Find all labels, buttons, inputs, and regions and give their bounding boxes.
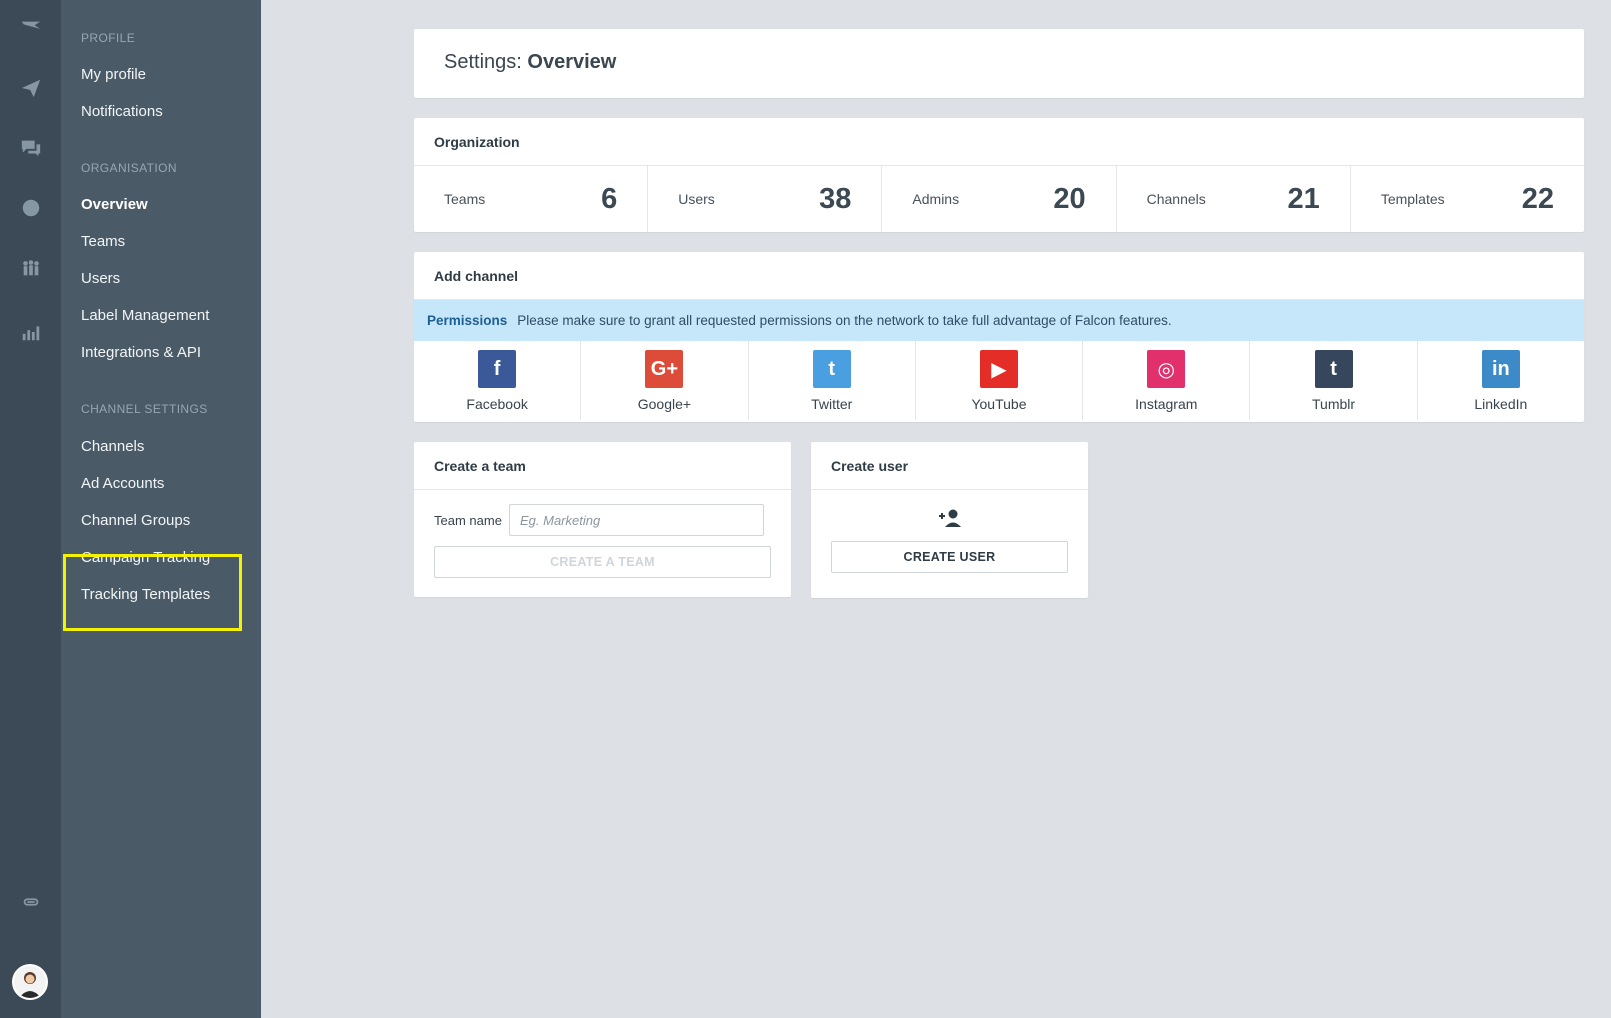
stat-value: 20 (1053, 182, 1086, 215)
create-user-button[interactable]: CREATE USER (831, 541, 1068, 573)
network-twitter[interactable]: t Twitter (749, 341, 916, 420)
sidebar-item-ad-accounts[interactable]: Ad Accounts (81, 475, 164, 492)
google--icon: G+ (645, 350, 684, 388)
page-title-main: Overview (527, 51, 617, 73)
team-name-row: Team name (414, 490, 791, 536)
create-team-card: Create a team Team name CREATE A TEAM (414, 442, 791, 597)
network-label: Instagram (1135, 396, 1198, 412)
stat-value: 38 (819, 182, 852, 215)
permissions-text: Please make sure to grant all requested … (517, 313, 1172, 328)
network-instagram[interactable]: ◎ Instagram (1083, 341, 1251, 420)
network-google-[interactable]: G+ Google+ (581, 341, 749, 420)
logo-icon[interactable] (0, 8, 61, 48)
sidebar-item-label-management[interactable]: Label Management (81, 307, 209, 324)
page-title-prefix: Settings: (444, 51, 522, 73)
chat-icon[interactable] (0, 128, 61, 168)
network-label: Twitter (811, 396, 853, 412)
icon-rail (0, 0, 61, 1018)
twitter-icon: t (812, 350, 851, 388)
stat-channels[interactable]: Channels 21 (1117, 166, 1351, 232)
stat-label: Channels (1146, 191, 1206, 207)
stat-value: 22 (1521, 182, 1555, 215)
create-team-button[interactable]: CREATE A TEAM (434, 546, 771, 578)
organization-title: Organization (414, 118, 1584, 166)
network-label: YouTube (971, 396, 1027, 412)
network-linkedin[interactable]: in LinkedIn (1418, 341, 1584, 420)
sidebar-item-channel-groups[interactable]: Channel Groups (81, 512, 190, 529)
stat-value: 21 (1287, 182, 1320, 215)
sidebar-item-users[interactable]: Users (81, 270, 120, 287)
youtube-icon: ▶ (979, 350, 1018, 388)
highlight-box (63, 554, 242, 631)
sidebar-item-channels[interactable]: Channels (81, 438, 144, 455)
permissions-bar: Permissions Please make sure to grant al… (414, 300, 1584, 341)
stat-label: Teams (444, 191, 486, 207)
settings-sidebar: PROFILE My profile Notifications ORGANIS… (61, 0, 261, 1018)
tumblr-icon: t (1314, 350, 1353, 388)
stat-value: 6 (601, 182, 618, 215)
sidebar-item-teams[interactable]: Teams (81, 233, 125, 250)
link-icon[interactable] (0, 882, 61, 922)
linkedin-icon: in (1481, 350, 1520, 388)
create-team-title: Create a team (414, 442, 791, 490)
create-user-title: Create user (811, 442, 1088, 490)
stat-teams[interactable]: Teams 6 (414, 166, 649, 232)
page-header: Settings: Overview (414, 29, 1584, 98)
network-tumblr[interactable]: t Tumblr (1250, 341, 1418, 420)
organization-stats: Teams 6 Users 38 Admins 20 Channels 21 T… (414, 166, 1584, 232)
stat-admins[interactable]: Admins 20 (882, 166, 1117, 232)
team-name-label: Team name (434, 512, 502, 528)
stat-label: Users (678, 191, 715, 207)
instagram-icon: ◎ (1147, 350, 1186, 388)
section-title-profile: PROFILE (81, 31, 136, 45)
sidebar-item-integrations-api[interactable]: Integrations & API (81, 344, 201, 361)
add-user-icon (938, 509, 961, 527)
network-list: f Facebook G+ Google+ t Twitter ▶ YouTube ◎ Insta… (414, 341, 1584, 420)
add-user-icon-wrap (811, 490, 1088, 528)
stat-label: Templates (1380, 191, 1445, 207)
stat-templates[interactable]: Templates 22 (1351, 166, 1584, 232)
bar-chart-icon[interactable] (0, 312, 61, 352)
network-label: Google+ (637, 396, 692, 412)
add-channel-card: Add channel Permissions Please make sure… (414, 252, 1584, 422)
organization-card: Organization Teams 6 Users 38 Admins 20 … (414, 118, 1584, 232)
section-title-channel-settings: CHANNEL SETTINGS (81, 402, 208, 416)
paper-plane-icon[interactable] (0, 68, 61, 108)
network-label: LinkedIn (1474, 396, 1528, 412)
network-youtube[interactable]: ▶ YouTube (916, 341, 1084, 420)
avatar[interactable] (12, 964, 48, 1000)
network-label: Tumblr (1312, 396, 1356, 412)
section-title-organisation: ORGANISATION (81, 161, 177, 175)
add-channel-title: Add channel (414, 252, 1584, 300)
permissions-label: Permissions (427, 313, 508, 328)
sidebar-item-my-profile[interactable]: My profile (81, 66, 146, 83)
people-icon[interactable] (0, 248, 61, 288)
team-name-input[interactable] (509, 504, 764, 536)
stat-users[interactable]: Users 38 (648, 166, 883, 232)
network-label: Facebook (466, 396, 528, 412)
facebook-icon: f (478, 350, 517, 388)
network-facebook[interactable]: f Facebook (414, 341, 582, 420)
sidebar-item-notifications[interactable]: Notifications (81, 103, 163, 120)
globe-icon[interactable] (0, 188, 61, 228)
stat-label: Admins (912, 191, 960, 207)
sidebar-item-overview[interactable]: Overview (81, 196, 148, 213)
create-user-card: Create user CREATE USER (811, 442, 1088, 598)
page-title: Settings: Overview (444, 51, 616, 74)
